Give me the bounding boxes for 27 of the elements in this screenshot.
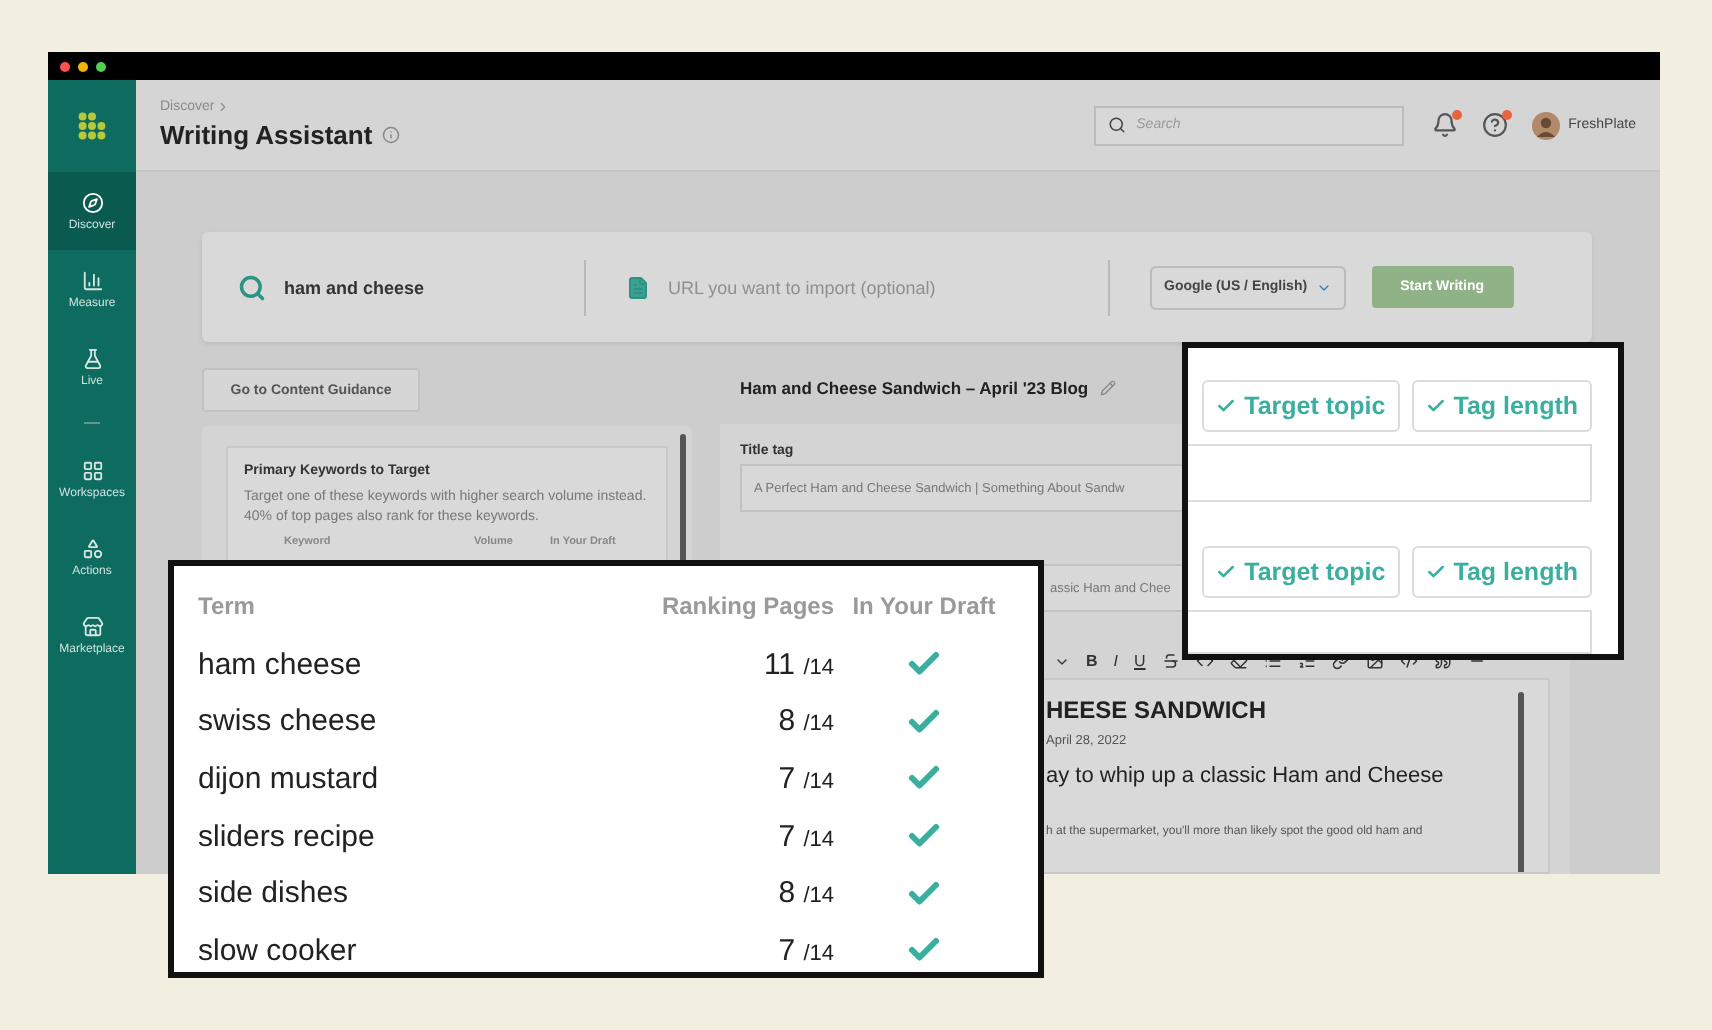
term: sliders recipe xyxy=(198,819,377,854)
format-button[interactable]: U xyxy=(1134,652,1146,670)
keyword-field[interactable]: ham and cheese xyxy=(284,277,584,297)
document-title: Ham and Cheese Sandwich – April '23 Blog xyxy=(740,378,1089,398)
ranking-count: 7 /14 xyxy=(776,819,834,854)
term: dijon mustard xyxy=(198,761,381,796)
ranking-count: 7 /14 xyxy=(776,761,834,796)
term: side dishes xyxy=(198,876,351,911)
term: ham cheese xyxy=(198,647,364,682)
check-chip: Tag length xyxy=(1411,380,1592,432)
article-subheading: ay to whip up a classic Ham and Cheese xyxy=(1046,764,1446,788)
page-title: Writing Assistant xyxy=(160,120,373,150)
check-chip: Tag length xyxy=(1411,545,1592,598)
ranking-count: 7 /14 xyxy=(776,933,834,968)
ranking-count: 8 /14 xyxy=(776,876,834,911)
format-button[interactable]: B xyxy=(1086,652,1098,670)
column-header: In Your Draft xyxy=(850,592,998,621)
check-chip: Target topic xyxy=(1202,380,1400,432)
ranking-count: 8 /14 xyxy=(776,704,834,739)
term: swiss cheese xyxy=(198,704,379,739)
ranking-count: 11 /14 xyxy=(761,647,834,682)
check-chip: Target topic xyxy=(1202,545,1400,598)
column-header: Ranking Pages xyxy=(659,592,834,621)
column-header: Term xyxy=(198,592,257,621)
term: slow cooker xyxy=(198,933,359,968)
article-heading: HEESE SANDWICH xyxy=(1046,696,1269,724)
format-button[interactable]: I xyxy=(1113,652,1119,670)
